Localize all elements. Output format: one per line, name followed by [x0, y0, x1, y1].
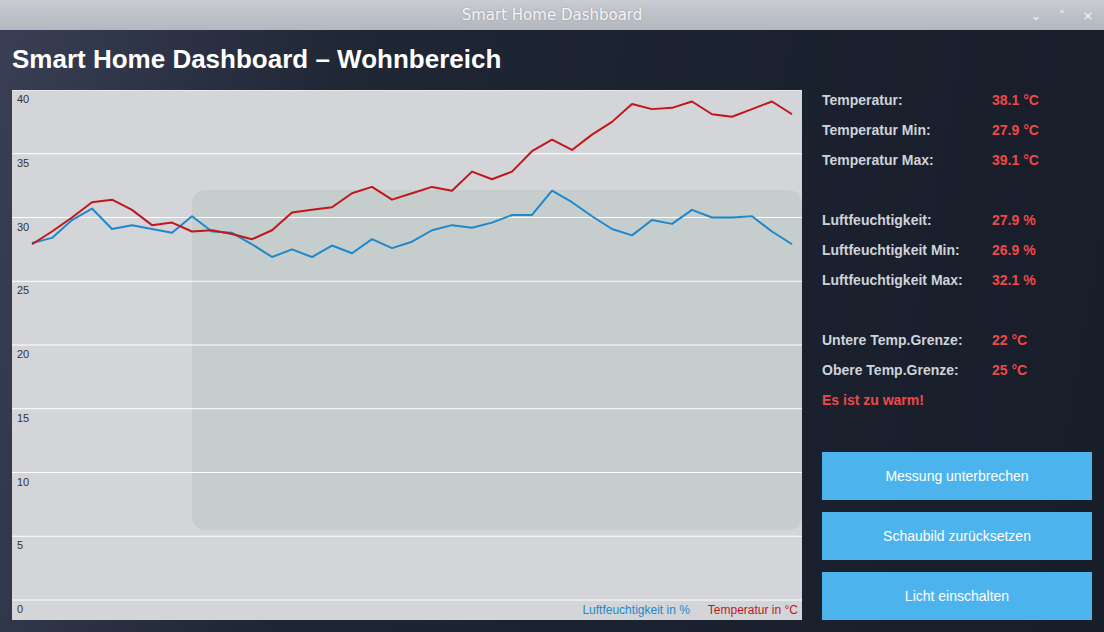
reading-label: Temperatur Max: [822, 152, 992, 168]
grid-line [12, 90, 802, 91]
y-tick-label: 15 [17, 412, 29, 424]
chart-background [12, 90, 802, 620]
grid-line [12, 281, 802, 282]
reading-row: Luftfeuchtigkeit: 27.9 % [822, 205, 1092, 235]
y-tick-label: 10 [17, 476, 29, 488]
reading-value: 25 °C [992, 362, 1027, 378]
readings: Temperatur: 38.1 °CTemperatur Min: 27.9 … [822, 85, 1092, 415]
reading-value: 32.1 % [992, 272, 1036, 288]
reading-row: Temperatur: 38.1 °C [822, 85, 1092, 115]
reading-value: 27.9 % [992, 212, 1036, 228]
reading-label: Obere Temp.Grenze: [822, 362, 992, 378]
window-control-button[interactable]: ˄ [1054, 8, 1070, 23]
series-line [32, 191, 792, 257]
window-title: Smart Home Dashboard [462, 6, 643, 24]
y-tick-label: 25 [17, 284, 29, 296]
y-tick-label: 35 [17, 157, 29, 169]
reading-row: Temperatur Min: 27.9 °C [822, 115, 1092, 145]
y-tick-label: 5 [17, 539, 23, 551]
chart-canvas: 40 35 30 25 20 15 10 5 0 [12, 90, 802, 620]
reading-row: Untere Temp.Grenze: 22 °C [822, 325, 1092, 355]
window-control-button[interactable]: ⌄ [1028, 8, 1044, 23]
grid-line [12, 408, 802, 409]
window-control-button[interactable]: × [1080, 8, 1096, 23]
warning-text: Es ist zu warm! [822, 385, 1092, 415]
background-photo [192, 190, 802, 530]
reading-value: 22 °C [992, 332, 1027, 348]
action-button[interactable]: Messung unterbrechen [822, 452, 1092, 500]
y-tick-label: 20 [17, 348, 29, 360]
reading-row: Obere Temp.Grenze: 25 °C [822, 355, 1092, 385]
action-button[interactable]: Licht einschalten [822, 572, 1092, 620]
window-controls: ⌄ ˄ × [1028, 0, 1096, 30]
y-tick-label: 30 [17, 221, 29, 233]
main-row: 40 35 30 25 20 15 10 5 0 Luftfeuchtigkeit in % Te… [12, 90, 1092, 620]
reading-label: Temperatur Min: [822, 122, 992, 138]
reading-group: Temperatur: 38.1 °CTemperatur Min: 27.9 … [822, 85, 1092, 175]
chart-legend: Luftfeuchtigkeit in % Temperatur in °C [582, 603, 798, 617]
reading-label: Temperatur: [822, 92, 992, 108]
reading-row: Luftfeuchtigkeit Max: 32.1 % [822, 265, 1092, 295]
grid-line [12, 153, 802, 154]
grid-line [12, 536, 802, 537]
series-line [32, 101, 792, 244]
grid-line [12, 472, 802, 473]
button-group: Messung unterbrechen Schaubild zurücksetz… [822, 452, 1092, 620]
legend-item: Temperatur in °C [708, 603, 798, 617]
reading-value: 39.1 °C [992, 152, 1039, 168]
grid-line [12, 345, 802, 346]
dashboard-heading: Smart Home Dashboard – Wohnbereich [12, 30, 1092, 90]
action-button[interactable]: Schaubild zurücksetzen [822, 512, 1092, 560]
grid-line [12, 600, 802, 601]
grid-line [12, 217, 802, 218]
reading-value: 38.1 °C [992, 92, 1039, 108]
reading-row: Temperatur Max: 39.1 °C [822, 145, 1092, 175]
app-window: Smart Home Dashboard ⌄ ˄ × Smart Home Dash… [0, 0, 1104, 632]
y-tick-label: 0 [17, 603, 23, 615]
reading-group: Untere Temp.Grenze: 22 °CObere Temp.Gren… [822, 325, 1092, 385]
y-tick-label: 40 [17, 93, 29, 105]
side-panel: Temperatur: 38.1 °CTemperatur Min: 27.9 … [822, 90, 1092, 620]
reading-group: Luftfeuchtigkeit: 27.9 %Luftfeuchtigkeit… [822, 205, 1092, 295]
reading-row: Luftfeuchtigkeit Min: 26.9 % [822, 235, 1092, 265]
reading-label: Luftfeuchtigkeit: [822, 212, 992, 228]
content: Smart Home Dashboard – Wohnbereich 40 35 3… [0, 30, 1104, 632]
reading-label: Luftfeuchtigkeit Max: [822, 272, 992, 288]
chart: 40 35 30 25 20 15 10 5 0 Luftfeuchtigkeit in % Te… [12, 90, 802, 620]
reading-value: 26.9 % [992, 242, 1036, 258]
title-bar: Smart Home Dashboard ⌄ ˄ × [0, 0, 1104, 30]
legend-item: Luftfeuchtigkeit in % [582, 603, 689, 617]
reading-value: 27.9 °C [992, 122, 1039, 138]
reading-label: Untere Temp.Grenze: [822, 332, 992, 348]
reading-label: Luftfeuchtigkeit Min: [822, 242, 992, 258]
